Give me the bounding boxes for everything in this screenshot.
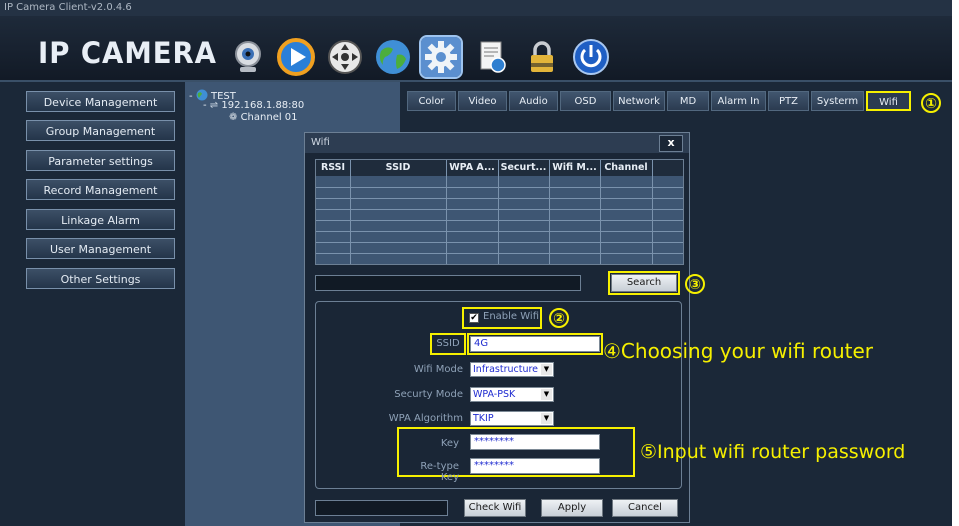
security-mode-label: Securty Mode bbox=[394, 389, 463, 400]
sidebar-item-other-settings[interactable]: Other Settings bbox=[26, 268, 175, 289]
wpa-algorithm-label: WPA Algorithm bbox=[388, 413, 463, 424]
security-mode-select[interactable]: WPA-PSK ▼ bbox=[470, 387, 554, 402]
annotation-step-2: ② bbox=[549, 308, 569, 328]
camera-small-icon: ❁ bbox=[229, 112, 238, 123]
tab-wifi[interactable]: Wifi bbox=[866, 91, 911, 111]
play-icon[interactable] bbox=[276, 37, 316, 77]
app-window: IP Camera Client-v2.0.4.6 IP CAMERA Devi… bbox=[0, 0, 952, 526]
tree-device-label: 192.168.1.88:80 bbox=[221, 100, 305, 111]
tab-ptz[interactable]: PTZ bbox=[768, 91, 809, 111]
window-title: IP Camera Client-v2.0.4.6 bbox=[0, 0, 952, 16]
grid-line bbox=[600, 160, 601, 264]
power-icon[interactable] bbox=[571, 37, 611, 77]
retype-key-label: Re-type Key bbox=[420, 461, 459, 483]
column-channel[interactable]: Channel bbox=[600, 160, 652, 176]
retype-key-field[interactable]: ******** bbox=[470, 458, 600, 474]
annotation-step-1: ① bbox=[921, 93, 941, 113]
tab-network[interactable]: Network bbox=[613, 91, 665, 111]
wifi-mode-value: Infrastructure bbox=[473, 364, 539, 375]
dialog-title: Wifi bbox=[305, 133, 689, 153]
app-logo: IP CAMERA bbox=[38, 36, 217, 70]
grid-line bbox=[350, 160, 351, 264]
sidebar-item-user-management[interactable]: User Management bbox=[26, 238, 175, 259]
sidebar-item-linkage-alarm[interactable]: Linkage Alarm bbox=[26, 209, 175, 230]
tree-device[interactable]: - ⇌ 192.168.1.88:80 bbox=[203, 100, 304, 111]
sidebar-item-group-management[interactable]: Group Management bbox=[26, 120, 175, 141]
key-label: Key bbox=[440, 438, 459, 449]
annotation-step-3: ③ bbox=[685, 274, 705, 294]
tab-audio[interactable]: Audio bbox=[509, 91, 558, 111]
record-doc-icon[interactable] bbox=[472, 37, 512, 77]
sidebar-item-record-management[interactable]: Record Management bbox=[26, 179, 175, 200]
search-result-field[interactable] bbox=[315, 275, 581, 291]
column-security[interactable]: Securt... bbox=[498, 160, 549, 176]
grid-line bbox=[316, 198, 683, 199]
chevron-down-icon[interactable]: ▼ bbox=[541, 413, 552, 424]
chevron-down-icon[interactable]: ▼ bbox=[541, 389, 552, 400]
sidebar-item-device-management[interactable]: Device Management bbox=[26, 91, 175, 112]
annotation-step-5: ⑤Input wifi router password bbox=[640, 441, 906, 463]
annotation-step-4: ④Choosing your wifi router bbox=[603, 339, 874, 363]
apply-button[interactable]: Apply bbox=[541, 499, 603, 517]
lock-icon[interactable] bbox=[522, 37, 562, 77]
close-icon[interactable]: x bbox=[659, 135, 683, 152]
settings-gear-icon[interactable] bbox=[419, 35, 463, 79]
grid-line bbox=[652, 160, 653, 264]
tree-channel-label: Channel 01 bbox=[240, 112, 298, 123]
wifi-mode-label: Wifi Mode bbox=[413, 364, 463, 375]
highlight-box-ssid-field bbox=[467, 333, 603, 355]
grid-line bbox=[446, 160, 447, 264]
column-wpa-algorithm[interactable]: WPA A... bbox=[446, 160, 498, 176]
tab-systerm[interactable]: Systerm bbox=[811, 91, 864, 111]
tab-color[interactable]: Color bbox=[407, 91, 456, 111]
check-wifi-button[interactable]: Check Wifi bbox=[464, 499, 526, 517]
grid-line bbox=[316, 253, 683, 254]
grid-line bbox=[316, 242, 683, 243]
column-rssi[interactable]: RSSI bbox=[316, 160, 350, 176]
collapse-icon[interactable]: - bbox=[189, 91, 193, 102]
key-field[interactable]: ******** bbox=[470, 434, 600, 450]
enable-wifi-checkbox[interactable]: ✔ bbox=[469, 313, 479, 323]
grid-line bbox=[316, 220, 683, 221]
tab-alarm-in[interactable]: Alarm In bbox=[711, 91, 766, 111]
sidebar: Device Management Group Management Param… bbox=[0, 82, 185, 526]
collapse-icon[interactable]: - bbox=[203, 100, 207, 111]
tree-channel[interactable]: ❁ Channel 01 bbox=[229, 112, 298, 123]
ptz-control-icon[interactable] bbox=[325, 37, 365, 77]
sidebar-item-parameter-settings[interactable]: Parameter settings bbox=[26, 150, 175, 171]
table-header: RSSI SSID WPA A... Securt... Wifi M... C… bbox=[316, 160, 683, 176]
tab-md[interactable]: MD bbox=[667, 91, 709, 111]
grid-line bbox=[316, 231, 683, 232]
wpa-algorithm-value: TKIP bbox=[473, 413, 494, 424]
tab-video[interactable]: Video bbox=[458, 91, 507, 111]
header-toolbar: IP CAMERA bbox=[0, 16, 952, 82]
wifi-network-table[interactable]: RSSI SSID WPA A... Securt... Wifi M... C… bbox=[315, 159, 684, 265]
security-mode-value: WPA-PSK bbox=[473, 389, 516, 400]
cancel-button[interactable]: Cancel bbox=[612, 499, 678, 517]
globe-icon[interactable] bbox=[373, 37, 413, 77]
grid-line bbox=[316, 187, 683, 188]
highlight-box-search bbox=[608, 271, 680, 295]
wpa-algorithm-select[interactable]: TKIP ▼ bbox=[470, 411, 554, 426]
grid-line bbox=[549, 160, 550, 264]
network-device-icon: ⇌ bbox=[209, 100, 219, 111]
wifi-mode-select[interactable]: Infrastructure ▼ bbox=[470, 362, 554, 377]
grid-line bbox=[498, 160, 499, 264]
grid-line bbox=[316, 209, 683, 210]
column-ssid[interactable]: SSID bbox=[350, 160, 446, 176]
column-wifi-mode[interactable]: Wifi M... bbox=[549, 160, 600, 176]
tab-osd[interactable]: OSD bbox=[560, 91, 611, 111]
enable-wifi-label: Enable Wifi bbox=[483, 311, 539, 322]
webcam-icon[interactable] bbox=[228, 37, 268, 77]
check-result-field[interactable] bbox=[315, 500, 448, 516]
ssid-label: SSID bbox=[436, 338, 460, 349]
chevron-down-icon[interactable]: ▼ bbox=[541, 364, 552, 375]
wifi-dialog: Wifi x RSSI SSID WPA A... Securt... Wifi… bbox=[304, 132, 705, 523]
